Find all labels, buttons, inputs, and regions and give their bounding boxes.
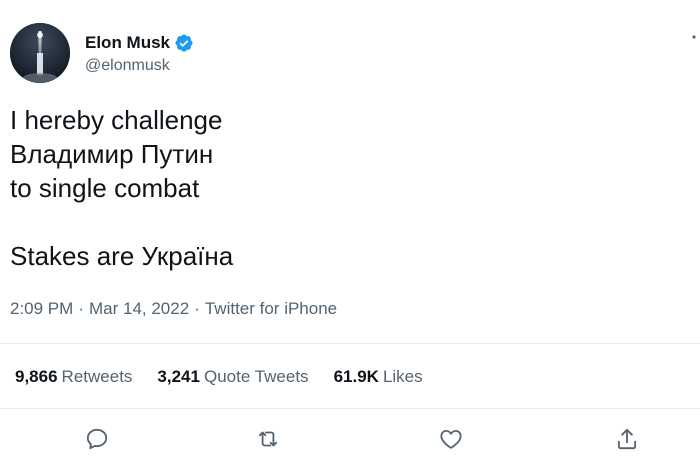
tweet-stats: 9,866 Retweets 3,241 Quote Tweets 61.9K Lik… xyxy=(15,367,448,387)
tweet-actions xyxy=(0,422,700,456)
author-handle[interactable]: @elonmusk xyxy=(85,57,194,75)
likes-count: 61.9K xyxy=(333,367,379,386)
retweets-stat[interactable]: 9,866 Retweets xyxy=(15,367,132,387)
heart-icon[interactable] xyxy=(438,426,464,452)
meta-separator: · xyxy=(194,299,200,318)
divider xyxy=(0,343,700,344)
tweet-text: I hereby challenge Владимир Путин to sin… xyxy=(10,105,234,271)
name-row: Elon Musk xyxy=(85,31,194,55)
author-display-name[interactable]: Elon Musk xyxy=(85,33,170,53)
tweet-time[interactable]: 2:09 PM xyxy=(10,299,73,319)
meta-separator: · xyxy=(78,299,84,318)
share-icon[interactable] xyxy=(614,426,640,452)
tweet-header: Elon Musk @elonmusk xyxy=(10,22,194,84)
likes-label: Likes xyxy=(382,367,423,386)
verified-badge-icon xyxy=(174,33,194,53)
more-icon[interactable] xyxy=(684,30,698,44)
tweet-date[interactable]: Mar 14, 2022 xyxy=(89,299,189,319)
author-names: Elon Musk @elonmusk xyxy=(85,31,194,75)
quotes-stat[interactable]: 3,241 Quote Tweets xyxy=(157,367,308,387)
avatar-image xyxy=(10,23,70,83)
retweets-label: Retweets xyxy=(61,367,133,386)
tweet-card: Elon Musk @elonmusk I hereby challenge В… xyxy=(0,0,700,470)
retweets-count: 9,866 xyxy=(15,367,58,386)
tweet-meta: 2:09 PM · Mar 14, 2022 · Twitter for iPh… xyxy=(10,299,337,319)
divider xyxy=(0,408,700,409)
likes-stat[interactable]: 61.9K Likes xyxy=(334,367,423,387)
quotes-label: Quote Tweets xyxy=(203,367,309,386)
reply-icon[interactable] xyxy=(84,426,110,452)
retweet-icon[interactable] xyxy=(255,426,281,452)
avatar[interactable] xyxy=(10,23,70,83)
tweet-source[interactable]: Twitter for iPhone xyxy=(205,299,337,319)
quotes-count: 3,241 xyxy=(157,367,200,386)
